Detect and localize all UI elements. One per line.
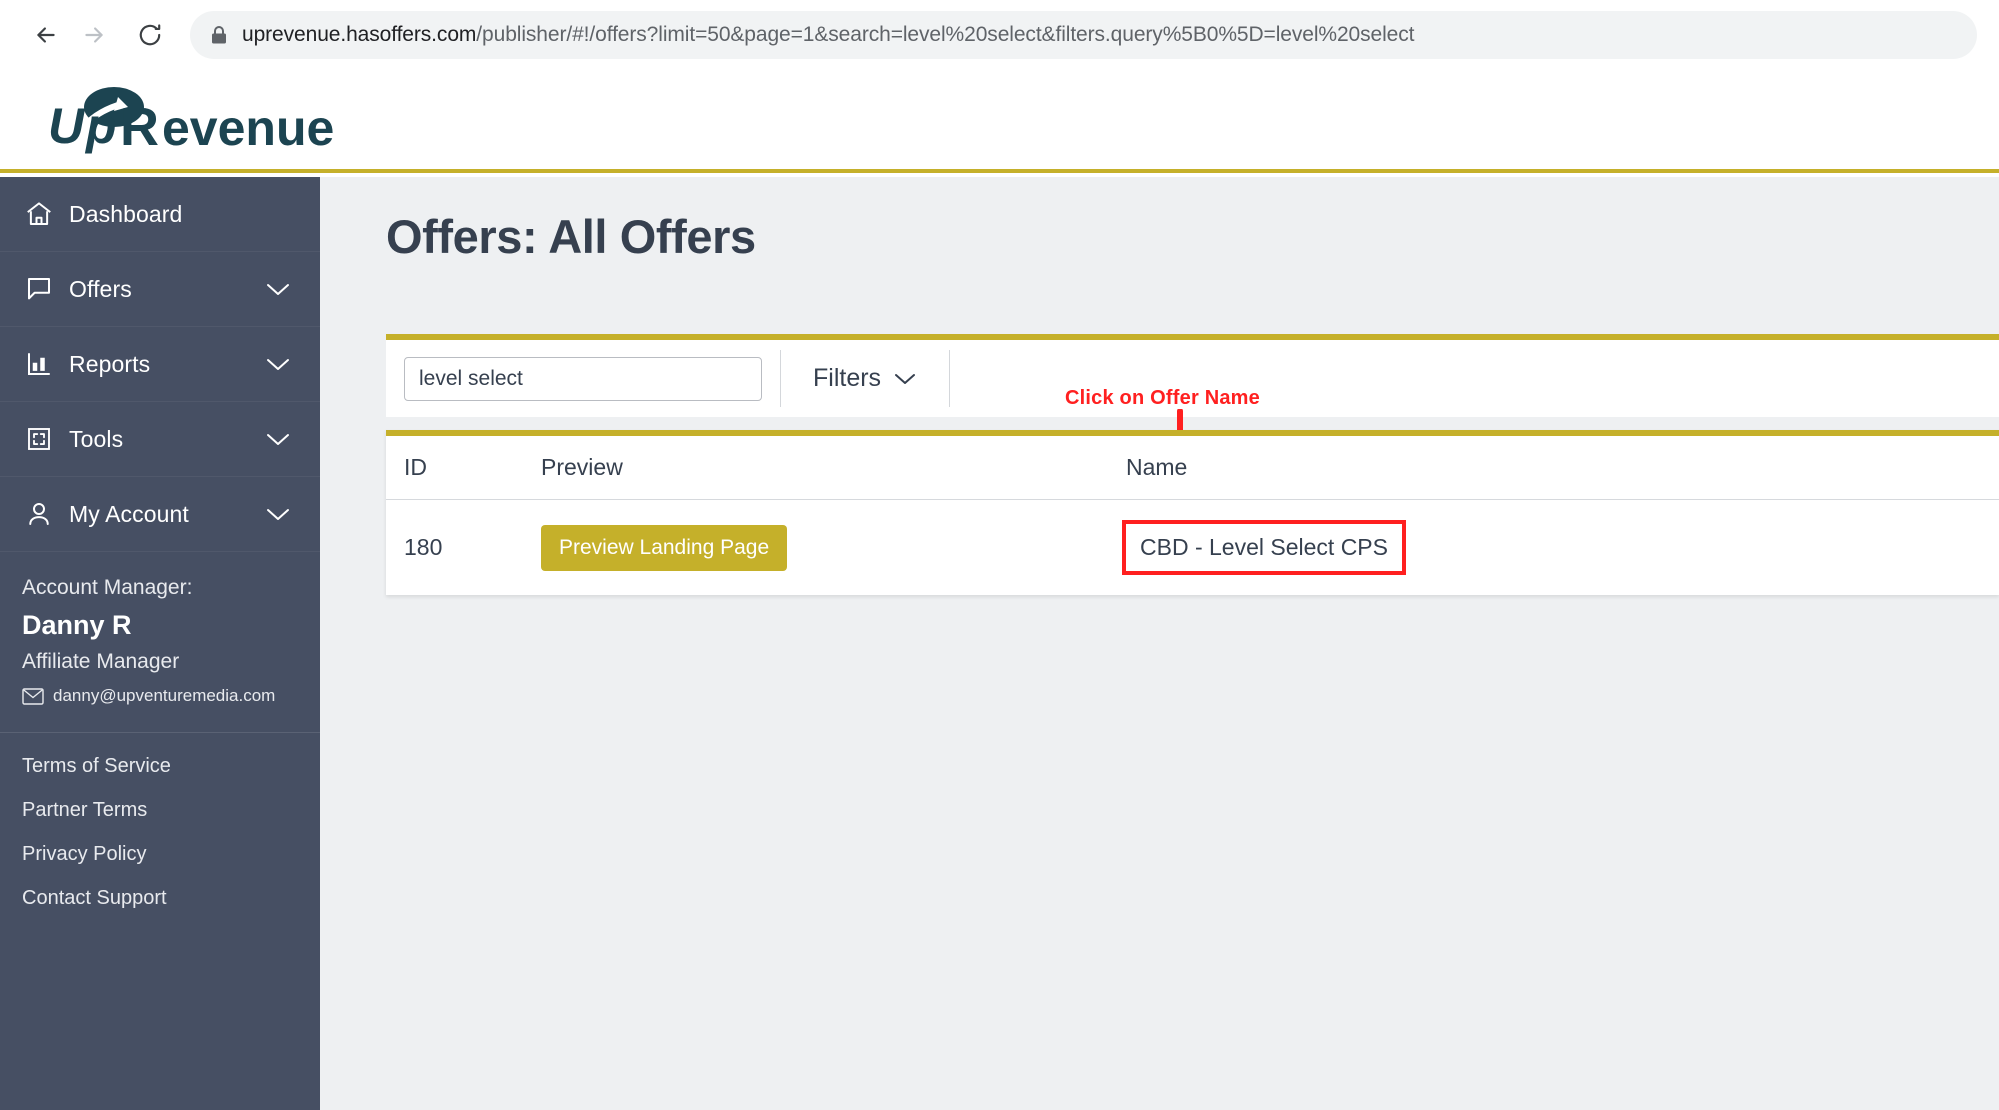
sidebar-item-label: Reports	[69, 350, 151, 377]
toolbar-divider-1	[780, 350, 781, 407]
column-header-name: Name	[1126, 436, 1999, 500]
svg-text:evenue: evenue	[162, 100, 334, 156]
cell-preview: Preview Landing Page	[541, 500, 1126, 596]
footer-link-partner-terms[interactable]: Partner Terms	[22, 799, 298, 822]
account-manager-panel: Account Manager: Danny R Affiliate Manag…	[0, 552, 320, 734]
page-title: Offers: All Offers	[386, 210, 756, 263]
annotation-label: Click on Offer Name	[1065, 387, 1260, 409]
cell-offer-name: CBD - Level Select CPS	[1122, 500, 1999, 596]
account-manager-name: Danny R	[22, 610, 132, 640]
sidebar-item-label: Tools	[69, 425, 124, 452]
envelope-icon	[22, 688, 44, 705]
reload-button[interactable]	[126, 11, 174, 59]
search-input[interactable]	[404, 356, 762, 401]
sidebar-item-dashboard[interactable]: Dashboard	[0, 177, 320, 252]
address-bar[interactable]: uprevenue.hasoffers.com/publisher/#!/off…	[190, 11, 1977, 59]
toolbar-divider-2	[949, 350, 951, 407]
sidebar-item-reports[interactable]: Reports	[0, 327, 320, 402]
forward-button[interactable]	[70, 11, 118, 59]
filters-label: Filters	[813, 364, 882, 392]
svg-text:R: R	[120, 97, 159, 157]
sidebar-footer-links: Terms of Service Partner Terms Privacy P…	[0, 733, 320, 910]
main-content: Offers: All Offers Filters Click on Offe…	[320, 177, 1999, 1110]
account-manager-email-row[interactable]: danny@upventuremedia.com	[22, 685, 298, 706]
column-header-preview: Preview	[541, 436, 1126, 500]
account-manager-label: Account Manager:	[22, 576, 193, 599]
footer-link-terms-of-service[interactable]: Terms of Service	[22, 755, 298, 778]
sidebar-item-my-account[interactable]: My Account	[0, 477, 320, 552]
sidebar-item-label: Offers	[69, 275, 132, 302]
filters-button[interactable]: Filters	[813, 364, 917, 393]
sidebar: Dashboard Offers Reports Tools My Accoun…	[0, 177, 320, 1110]
offer-name-link[interactable]: CBD - Level Select CPS	[1140, 534, 1388, 560]
sidebar-item-label: My Account	[69, 500, 189, 527]
reload-icon	[137, 22, 163, 48]
cell-offer-id: 180	[404, 534, 443, 560]
footer-link-privacy-policy[interactable]: Privacy Policy	[22, 843, 298, 866]
url-domain: uprevenue.hasoffers.com	[242, 23, 477, 46]
back-button[interactable]	[22, 11, 70, 59]
account-manager-email: danny@upventuremedia.com	[53, 686, 276, 705]
offers-table-card: ID Preview Name 180 Preview Landing Page…	[386, 430, 1999, 595]
lock-icon	[210, 25, 228, 45]
offer-name-highlight-box: CBD - Level Select CPS	[1122, 520, 1406, 575]
svg-text:p: p	[84, 98, 117, 154]
url-text: uprevenue.hasoffers.com/publisher/#!/off…	[242, 23, 1414, 47]
chevron-down-icon[interactable]	[264, 505, 292, 523]
url-path: /publisher/#!/offers?limit=50&page=1&sea…	[476, 23, 1415, 46]
user-icon	[22, 497, 56, 531]
site-header: U p R evenue	[0, 70, 1999, 173]
uprevenue-logo[interactable]: U p R evenue	[34, 85, 334, 157]
sidebar-item-offers[interactable]: Offers	[0, 252, 320, 327]
tools-grid-icon	[22, 422, 56, 456]
table-row: 180 Preview Landing Page CBD - Level Sel…	[386, 500, 1999, 596]
column-header-id: ID	[386, 436, 541, 500]
footer-link-contact-support[interactable]: Contact Support	[22, 887, 298, 910]
chevron-down-icon	[893, 371, 917, 386]
table-header-row: ID Preview Name	[386, 436, 1999, 500]
browser-toolbar: uprevenue.hasoffers.com/publisher/#!/off…	[0, 0, 1999, 70]
forward-arrow-icon	[81, 22, 107, 48]
home-icon	[22, 197, 56, 231]
account-manager-role: Affiliate Manager	[22, 650, 180, 673]
sidebar-item-label: Dashboard	[69, 200, 183, 227]
bar-chart-icon	[22, 347, 56, 381]
chevron-down-icon[interactable]	[264, 430, 292, 448]
offers-table: ID Preview Name 180 Preview Landing Page…	[386, 436, 1999, 595]
chevron-down-icon[interactable]	[264, 355, 292, 373]
speech-bubble-icon	[22, 272, 56, 306]
chevron-down-icon[interactable]	[264, 280, 292, 298]
sidebar-item-tools[interactable]: Tools	[0, 402, 320, 477]
svg-text:U: U	[48, 98, 86, 154]
back-arrow-icon	[33, 22, 59, 48]
preview-landing-page-button[interactable]: Preview Landing Page	[541, 524, 788, 571]
